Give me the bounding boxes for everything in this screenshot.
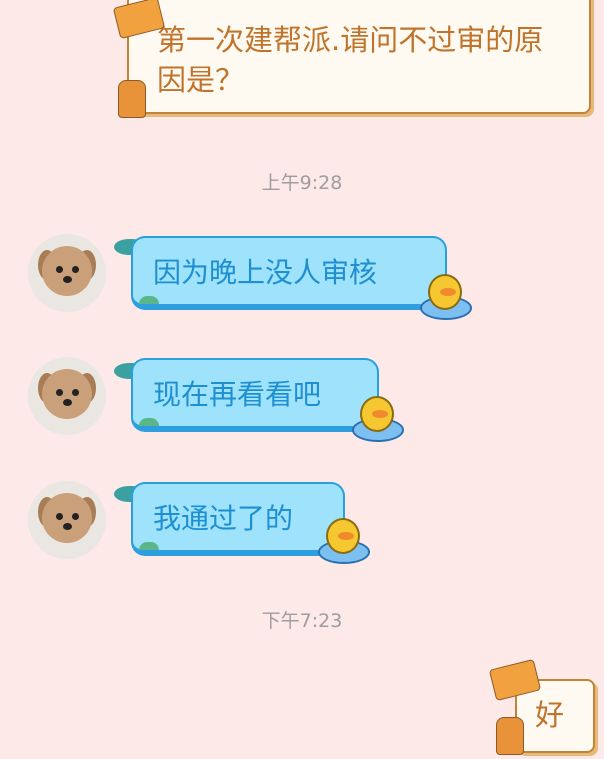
grass-icon — [139, 296, 159, 304]
duck-icon — [420, 274, 472, 320]
received-message-text: 我通过了的 — [153, 502, 294, 535]
avatar[interactable] — [28, 234, 106, 312]
received-message-text: 现在再看看吧 — [153, 378, 322, 411]
received-message-bubble[interactable]: 我通过了的 — [131, 482, 345, 556]
grass-icon — [139, 418, 159, 426]
avatar[interactable] — [28, 481, 106, 559]
grass-icon — [139, 542, 159, 550]
received-message-bubble[interactable]: 现在再看看吧 — [131, 358, 379, 432]
sent-message-text: 好 — [535, 698, 565, 732]
received-message-text: 因为晚上没人审核 — [153, 256, 378, 289]
timestamp: 下午7:23 — [261, 610, 343, 632]
mascot-icon — [118, 80, 146, 118]
received-message-bubble[interactable]: 因为晚上没人审核 — [131, 236, 447, 310]
duck-icon — [318, 518, 370, 564]
duck-icon — [352, 396, 404, 442]
avatar[interactable] — [28, 357, 106, 435]
timestamp: 上午9:28 — [261, 172, 343, 194]
sent-message-bubble[interactable]: 第一次建帮派.请问不过审的原因是？ — [127, 0, 591, 114]
mascot-icon — [496, 717, 524, 755]
sent-message-text: 第一次建帮派.请问不过审的原因是？ — [157, 23, 544, 97]
